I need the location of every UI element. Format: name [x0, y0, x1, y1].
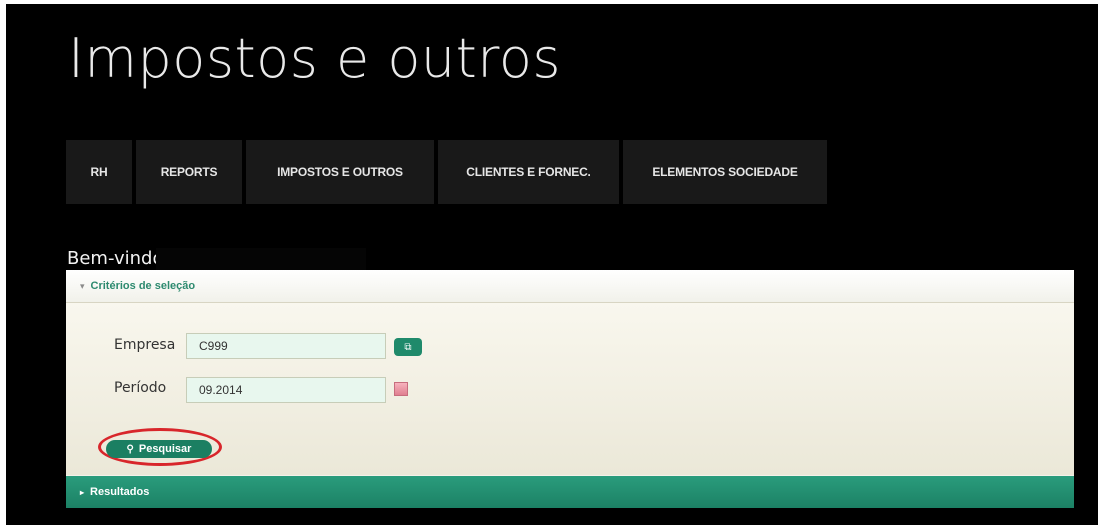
- chevron-down-icon: ▾: [80, 280, 85, 291]
- nav-item-reports[interactable]: REPORTS: [136, 140, 242, 204]
- chevron-right-icon: ▸: [80, 487, 85, 497]
- nav-item-elementos[interactable]: ELEMENTOS SOCIEDADE: [623, 140, 827, 204]
- search-button-label: Pesquisar: [138, 443, 192, 455]
- selection-criteria-header[interactable]: ▾ Critérios de seleção: [66, 270, 1074, 303]
- results-label: Resultados: [90, 486, 150, 498]
- value-help-icon[interactable]: ⧉: [394, 338, 422, 356]
- nav-item-impostos[interactable]: IMPOSTOS E OUTROS: [246, 140, 434, 204]
- selection-panel: ▾ Critérios de seleção Empresa C999 ⧉ Pe…: [66, 270, 1074, 508]
- results-header[interactable]: ▸ Resultados: [66, 476, 1074, 508]
- nav-item-rh[interactable]: RH: [66, 140, 132, 204]
- selection-criteria-label: Critérios de seleção: [90, 280, 196, 292]
- empresa-label: Empresa: [114, 337, 176, 353]
- search-button[interactable]: ⚲ Pesquisar: [106, 440, 212, 458]
- page-title: Impostos e outros: [68, 27, 561, 90]
- welcome-text: Bem-vindo: [67, 248, 164, 269]
- empresa-input[interactable]: C999: [186, 333, 386, 359]
- nav-item-clientes[interactable]: CLIENTES E FORNEC.: [438, 140, 619, 204]
- search-icon: ⚲: [126, 443, 134, 455]
- calendar-icon[interactable]: [394, 382, 408, 396]
- app-frame: Impostos e outros RH REPORTS IMPOSTOS E …: [6, 4, 1098, 525]
- periodo-input[interactable]: 09.2014: [186, 377, 386, 403]
- periodo-label: Período: [114, 380, 167, 396]
